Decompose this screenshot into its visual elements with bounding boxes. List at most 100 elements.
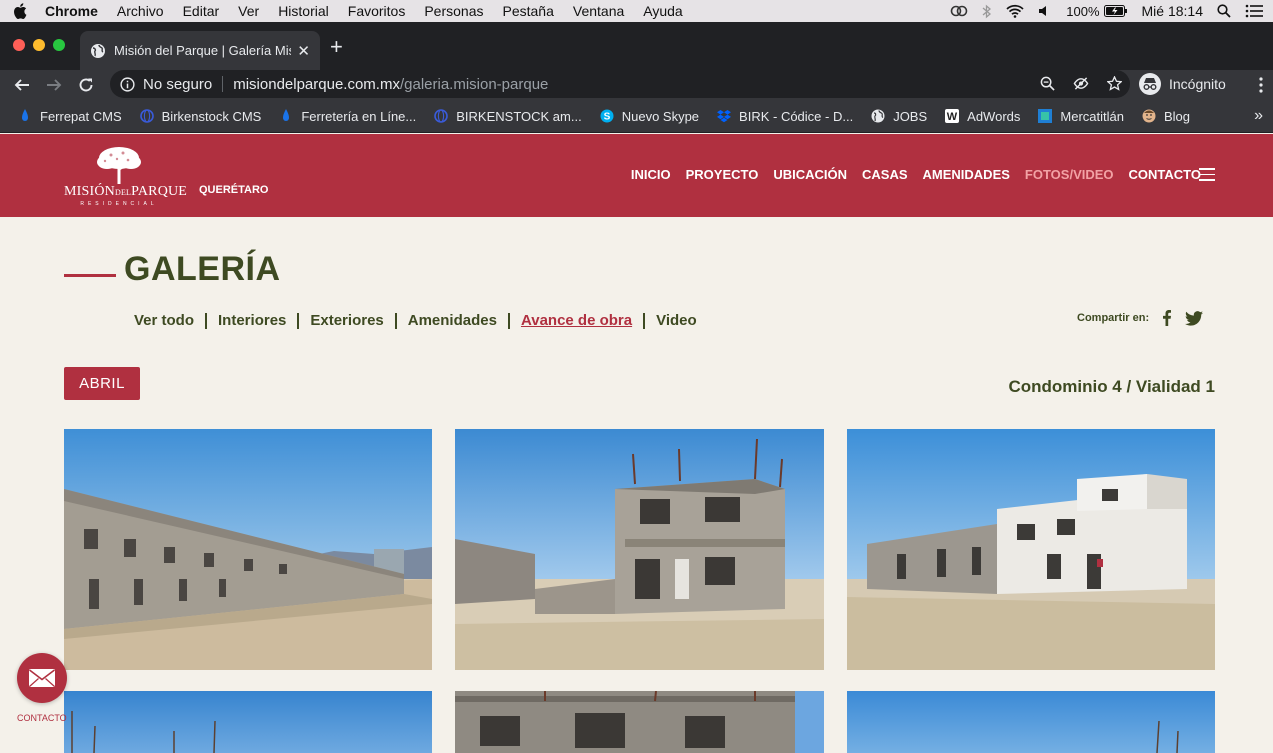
minimize-window-icon[interactable] — [33, 39, 45, 51]
gallery-photo[interactable] — [64, 691, 432, 753]
spotlight-search-icon[interactable] — [1217, 4, 1231, 18]
close-tab-icon[interactable]: ✕ — [297, 42, 310, 60]
filter-amenidades[interactable]: Amenidades — [408, 312, 497, 329]
bookmark-item[interactable]: Blog — [1142, 109, 1190, 124]
site-header: MISIÓNDELPARQUE RESIDENCIAL QUERÉTARO IN… — [0, 134, 1273, 217]
nav-contacto[interactable]: CONTACTO — [1129, 167, 1201, 182]
tracking-blocked-icon[interactable] — [1073, 76, 1089, 91]
filter-divider — [205, 312, 208, 329]
filter-interiores[interactable]: Interiores — [218, 312, 286, 329]
bookmark-star-icon[interactable] — [1107, 76, 1122, 91]
reload-icon[interactable] — [70, 77, 102, 93]
main-navigation: INICIO PROYECTO UBICACIÓN CASAS AMENIDAD… — [631, 167, 1201, 182]
nav-ubicacion[interactable]: UBICACIÓN — [773, 167, 847, 182]
hamburger-menu-icon[interactable] — [1199, 168, 1215, 185]
bookmark-label: BIRK - Códice - D... — [739, 108, 854, 124]
url-path: /galeria.mision-parque — [399, 75, 549, 93]
tree-logo-icon — [97, 147, 141, 184]
bookmark-item[interactable]: Ferrepat CMS — [18, 109, 122, 124]
wifi-icon[interactable] — [1006, 4, 1024, 18]
gallery-photo[interactable] — [64, 429, 432, 670]
menu-ventana[interactable]: Ventana — [573, 3, 624, 19]
menu-ver[interactable]: Ver — [238, 3, 259, 19]
notification-center-icon[interactable] — [1245, 4, 1263, 18]
nav-fotos-video[interactable]: FOTOS/VIDEO — [1025, 167, 1114, 182]
contact-fab[interactable] — [17, 653, 67, 703]
menu-ayuda[interactable]: Ayuda — [643, 3, 682, 19]
gallery-photo[interactable] — [847, 691, 1215, 753]
bookmarks-overflow-icon[interactable]: » — [1254, 107, 1263, 125]
battery-icon[interactable] — [1103, 5, 1128, 17]
title-accent-rule — [64, 274, 116, 277]
month-button[interactable]: ABRIL — [64, 367, 140, 400]
bookmark-item[interactable]: BIRKENSTOCK am... — [434, 109, 582, 124]
info-icon[interactable] — [120, 76, 135, 92]
twitter-icon[interactable] — [1185, 310, 1204, 326]
volume-icon[interactable] — [1038, 4, 1052, 18]
zoom-window-icon[interactable] — [53, 39, 65, 51]
gallery-photo[interactable] — [455, 429, 824, 670]
browser-tab-active[interactable]: Misión del Parque | Galería Misi ✕ — [80, 31, 320, 70]
menubar-clock[interactable]: Mié 18:14 — [1142, 3, 1203, 19]
globe-icon — [91, 43, 105, 58]
square-icon — [1038, 109, 1053, 123]
w-icon: W — [945, 109, 960, 123]
mac-menubar: Chrome Archivo Editar Ver Historial Favo… — [0, 0, 1273, 22]
bookmark-label: Mercatitlán — [1060, 108, 1124, 124]
browser-toolbar: No seguro misiondelparque.com.mx/galeria… — [0, 70, 1273, 100]
drop-icon — [18, 109, 32, 123]
menu-chrome[interactable]: Chrome — [45, 3, 98, 19]
bookmark-item[interactable]: Ferretería en Líne... — [279, 109, 416, 124]
facebook-icon[interactable] — [1163, 310, 1172, 326]
new-tab-icon[interactable]: + — [330, 36, 343, 58]
omnibox-divider — [222, 76, 224, 92]
bookmark-item[interactable]: JOBS — [871, 109, 927, 124]
bookmark-item[interactable]: W AdWords — [945, 109, 1020, 124]
url-host: misiondelparque.com.mx — [233, 75, 400, 93]
bookmark-item[interactable]: S Nuevo Skype — [600, 109, 699, 124]
filter-ver-todo[interactable]: Ver todo — [134, 312, 194, 329]
nav-amenidades[interactable]: AMENIDADES — [923, 167, 1010, 182]
zoom-icon[interactable] — [1040, 76, 1055, 91]
filter-divider — [507, 312, 510, 329]
back-icon[interactable] — [6, 77, 38, 93]
menu-editar[interactable]: Editar — [183, 3, 220, 19]
nav-casas[interactable]: CASAS — [862, 167, 908, 182]
address-bar[interactable]: No seguro misiondelparque.com.mx/galeria… — [110, 70, 1130, 98]
bookmarks-bar: Ferrepat CMS Birkenstock CMS Ferretería … — [0, 100, 1273, 133]
page-title: GALERÍA — [124, 250, 281, 288]
gallery-filters: Ver todo Interiores Exteriores Amenidade… — [134, 312, 697, 329]
site-logo[interactable]: MISIÓNDELPARQUE RESIDENCIAL — [64, 146, 188, 210]
nav-proyecto[interactable]: PROYECTO — [686, 167, 759, 182]
menu-personas[interactable]: Personas — [424, 3, 483, 19]
bookmark-label: Nuevo Skype — [621, 108, 700, 124]
security-label[interactable]: No seguro — [143, 76, 212, 93]
bluetooth-icon[interactable] — [982, 4, 992, 19]
gallery-photo[interactable] — [455, 691, 824, 753]
contact-fab-label: CONTACTO — [17, 713, 67, 723]
drop-icon — [279, 109, 293, 123]
creative-cloud-icon[interactable] — [950, 4, 968, 18]
menu-historial[interactable]: Historial — [278, 3, 329, 19]
bookmark-item[interactable]: BIRK - Códice - D... — [717, 109, 853, 124]
menu-favoritos[interactable]: Favoritos — [348, 3, 406, 19]
chrome-menu-icon[interactable] — [1259, 77, 1263, 98]
profile-incognito[interactable]: Incógnito — [1139, 71, 1226, 97]
filter-exteriores[interactable]: Exteriores — [310, 312, 383, 329]
menu-pestana[interactable]: Pestaña — [503, 3, 554, 19]
incognito-icon — [1139, 73, 1161, 95]
menu-archivo[interactable]: Archivo — [117, 3, 164, 19]
bookmark-label: Ferretería en Líne... — [301, 108, 417, 124]
filter-avance-de-obra[interactable]: Avance de obra — [521, 312, 632, 329]
forward-icon[interactable] — [38, 77, 70, 93]
apple-icon[interactable] — [13, 3, 29, 19]
bookmark-item[interactable]: Birkenstock CMS — [139, 109, 261, 124]
logo-wordmark: MISIÓNDELPARQUE — [64, 184, 188, 199]
bookmark-item[interactable]: Mercatitlán — [1038, 109, 1124, 124]
filter-video[interactable]: Video — [656, 312, 697, 329]
nav-inicio[interactable]: INICIO — [631, 167, 671, 182]
filter-divider — [394, 312, 397, 329]
close-window-icon[interactable] — [13, 39, 25, 51]
bookmark-label: JOBS — [893, 108, 928, 124]
gallery-photo[interactable] — [847, 429, 1215, 670]
